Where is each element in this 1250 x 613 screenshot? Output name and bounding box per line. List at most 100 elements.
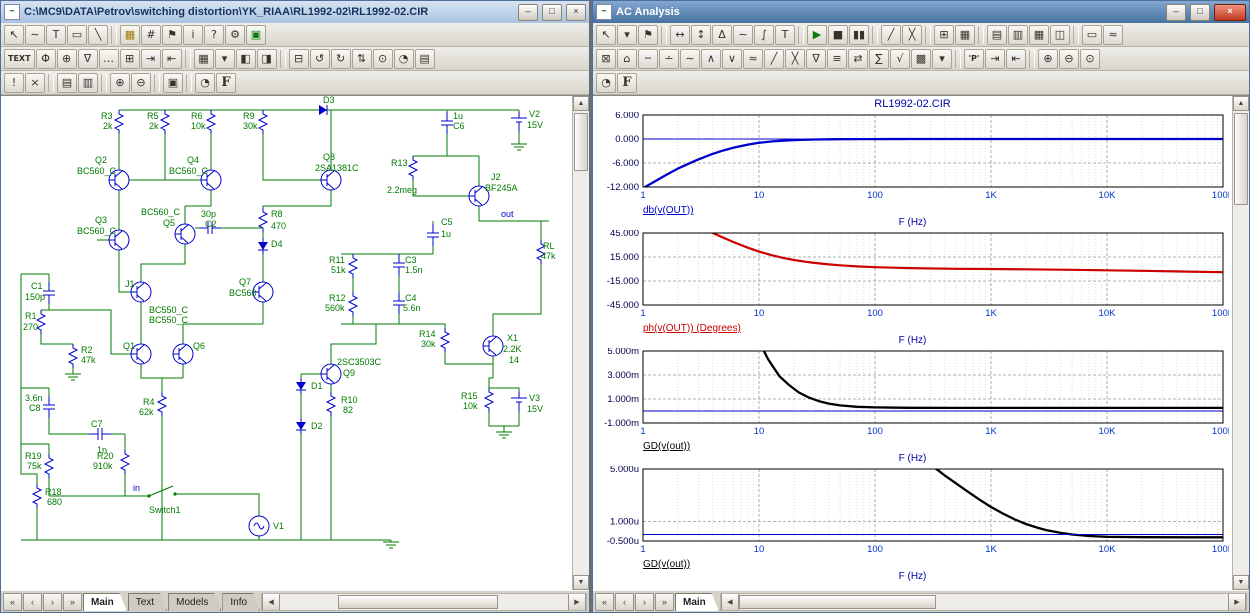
info-tool-icon[interactable]: i (183, 25, 203, 45)
horizontal-tag-icon[interactable]: ↔ (670, 25, 690, 45)
component-label[interactable]: Q8 (323, 153, 335, 162)
schematic-canvas[interactable]: R32kR52kR610kR930kD31uC6V215VQ2BC560_CQ4… (1, 96, 572, 590)
envelope-icon[interactable]: ∇ (806, 49, 826, 69)
ac-analysis-titlebar[interactable]: ~ AC Analysis – □ × (593, 1, 1249, 23)
scroll-thumb[interactable] (338, 595, 498, 609)
animate-icon[interactable]: ◔ (195, 73, 215, 93)
data-point-icon[interactable]: ∸ (659, 49, 679, 69)
peak-icon[interactable]: ∧ (701, 49, 721, 69)
component-label[interactable]: BC560 (229, 289, 257, 298)
close-button[interactable]: × (566, 4, 586, 21)
component-label[interactable]: V3 (529, 394, 540, 403)
tab-main[interactable]: Main (675, 593, 719, 611)
component-label[interactable]: BC560_C (141, 208, 180, 217)
grid-dropdown-arrow[interactable]: ▾ (215, 49, 235, 69)
schematic-horizontal-scrollbar[interactable]: ◀ ▶ (261, 593, 587, 611)
component-label[interactable]: R8 (271, 210, 283, 219)
plot-area[interactable]: RL1992-02.CIR6.0000.000-6.000-12.0001101… (593, 96, 1232, 590)
grid-toggle-icon[interactable]: ▦ (194, 49, 214, 69)
component-label[interactable]: J2 (491, 173, 501, 182)
component-label[interactable]: Q7 (239, 278, 251, 287)
smooth-curve-icon[interactable]: ∼ (680, 49, 700, 69)
component-label[interactable]: 2k (149, 122, 159, 131)
component-label[interactable]: RL (543, 242, 555, 251)
component-label[interactable]: BC560_C (77, 167, 116, 176)
swap-icon[interactable]: ⇄ (848, 49, 868, 69)
graphics-dropdown-icon[interactable]: ▾ (617, 25, 637, 45)
component-label[interactable]: Switch1 (149, 506, 181, 515)
component-label[interactable]: 75k (27, 462, 42, 471)
cursor-mode-icon[interactable]: ╱ (881, 25, 901, 45)
zoom-in-icon[interactable]: ⊕ (1038, 49, 1058, 69)
component-label[interactable]: R18 (45, 488, 62, 497)
tokens-icon[interactable]: ▦ (955, 25, 975, 45)
component-label[interactable]: 15V (527, 121, 543, 130)
component-label[interactable]: R4 (143, 398, 155, 407)
flip-y-icon[interactable]: ↻ (331, 49, 351, 69)
bookmark-icon[interactable]: ▤ (415, 49, 435, 69)
component-label[interactable]: 470 (271, 222, 286, 231)
component-label[interactable]: D4 (271, 240, 283, 249)
scroll-down-arrow[interactable]: ▼ (573, 575, 589, 590)
baseline-icon[interactable]: ◫ (1050, 25, 1070, 45)
go-to-x-icon[interactable]: ⇥ (985, 49, 1005, 69)
camera-icon[interactable]: ▣ (163, 73, 183, 93)
attribute-text-icon[interactable]: Φ (36, 49, 56, 69)
wire-mode-icon[interactable]: ∼ (25, 25, 45, 45)
mirror-box-icon[interactable]: ⊟ (289, 49, 309, 69)
plus-grid-icon[interactable]: ▥ (1008, 25, 1028, 45)
next-page-button[interactable]: › (43, 593, 62, 611)
trace-label[interactable]: ph(v(OUT)) (Degrees) (643, 323, 1232, 335)
condition-display-icon[interactable]: ⇤ (162, 49, 182, 69)
wave2-icon[interactable]: ≈ (743, 49, 763, 69)
component-label[interactable]: R14 (419, 330, 436, 339)
component-label[interactable]: R2 (81, 346, 93, 355)
component-label[interactable]: 82 (343, 406, 353, 415)
component-label[interactable]: BC550_C (149, 306, 188, 315)
run-button[interactable]: ▶ (807, 25, 827, 45)
component-label[interactable]: 30p (201, 210, 216, 219)
find-icon[interactable]: ⊙ (373, 49, 393, 69)
point-tag-icon[interactable]: ╳ (902, 25, 922, 45)
component-label[interactable]: D3 (323, 96, 335, 105)
component-label[interactable]: R13 (391, 159, 408, 168)
component-label[interactable]: C2 (205, 220, 217, 229)
component-label[interactable]: R19 (25, 452, 42, 461)
close-page-icon[interactable]: × (25, 73, 45, 93)
component-label[interactable]: Q9 (343, 369, 355, 378)
component-label[interactable]: D1 (311, 382, 323, 391)
fft-icon[interactable]: ∑ (869, 49, 889, 69)
component-label[interactable]: J1 (125, 280, 135, 289)
pattern-icon[interactable]: ▩ (911, 49, 931, 69)
zoom-in-icon[interactable]: ⊕ (110, 73, 130, 93)
add-tag-icon[interactable]: ⌂ (617, 49, 637, 69)
trace-label[interactable]: db(v(OUT)) (643, 205, 1232, 217)
component-label[interactable]: BC560_C (169, 167, 208, 176)
zoom-out-icon[interactable]: ⊖ (131, 73, 151, 93)
diagonal-wire-icon[interactable]: ╲ (88, 25, 108, 45)
component-label[interactable]: V1 (273, 522, 284, 531)
text-tool-icon[interactable]: T (46, 25, 66, 45)
border-toggle-icon[interactable]: ◧ (236, 49, 256, 69)
prev-page-button[interactable]: ‹ (615, 593, 634, 611)
component-label[interactable]: 15V (527, 405, 543, 414)
component-label[interactable]: 270 (23, 323, 38, 332)
stop-button[interactable]: ■ (828, 25, 848, 45)
component-label[interactable]: 680 (47, 498, 62, 507)
component-label[interactable]: Q2 (95, 156, 107, 165)
component-label[interactable]: in (133, 484, 140, 493)
text-tool-icon[interactable]: T (775, 25, 795, 45)
component-label[interactable]: 10k (463, 402, 478, 411)
component-label[interactable]: Q6 (193, 342, 205, 351)
scroll-thumb[interactable] (1234, 113, 1248, 205)
repeat-find-icon[interactable]: ◔ (394, 49, 414, 69)
component-palette-icon[interactable]: ▦ (120, 25, 140, 45)
component-label[interactable]: R10 (341, 396, 358, 405)
first-page-button[interactable]: « (3, 593, 22, 611)
component-label[interactable]: 14 (509, 356, 519, 365)
component-label[interactable]: Q5 (163, 219, 175, 228)
plot-vertical-scrollbar[interactable]: ▲ ▼ (1232, 96, 1249, 590)
component-label[interactable]: 1u (441, 230, 451, 239)
schematic-vertical-scrollbar[interactable]: ▲ ▼ (572, 96, 589, 590)
component-label[interactable]: 47k (81, 356, 96, 365)
